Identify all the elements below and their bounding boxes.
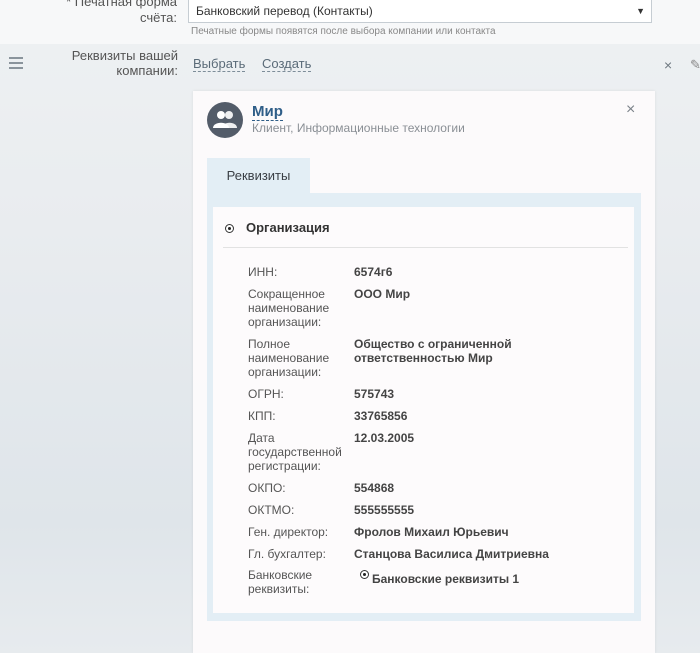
requisites-label-line2: компании: — [116, 63, 178, 78]
select-link[interactable]: Выбрать — [193, 57, 246, 72]
field-label-inn: ИНН: — [248, 265, 278, 279]
field-label-okpo: ОКПО: — [248, 481, 286, 495]
field-label-kpp: КПП: — [248, 409, 276, 423]
divider — [223, 247, 628, 248]
print-form-hint: Печатные формы появятся после выбора ком… — [191, 26, 496, 37]
company-card: Мир Клиент, Информационные технологии × … — [193, 91, 655, 653]
organization-block: Организация ИНН: 6574г6 Сокращенное наим… — [213, 207, 634, 613]
drag-handle-icon[interactable] — [9, 57, 23, 72]
field-value-bank-requisites: Банковские реквизиты 1 — [372, 572, 520, 586]
tab-panel: Организация ИНН: 6574г6 Сокращенное наим… — [207, 193, 641, 621]
field-value-accountant: Станцова Василиса Дмитриевна — [354, 547, 549, 561]
field-value-full-name: Общество с ограниченной ответственностью… — [354, 337, 512, 365]
field-value-registration-date: 12.03.2005 — [354, 431, 415, 445]
users-icon — [213, 111, 237, 128]
field-value-okpo: 554868 — [354, 481, 395, 495]
company-name-link[interactable]: Мир — [252, 103, 283, 121]
field-value-ogrn: 575743 — [354, 387, 395, 401]
print-form-label-line2: счёта: — [139, 10, 177, 25]
field-label-ogrn: ОГРН: — [248, 387, 284, 401]
field-label-accountant: Гл. бухгалтер: — [248, 547, 326, 561]
field-label-director: Ген. директор: — [248, 525, 329, 539]
field-label-bank-requisites: Банковские реквизиты: — [248, 568, 313, 596]
dropdown-arrow-icon[interactable]: ▼ — [636, 0, 645, 22]
field-label-oktmo: ОКТМО: — [248, 503, 295, 517]
card-close-icon[interactable]: × — [626, 101, 635, 119]
requisites-label: Реквизиты вашей компании: — [40, 48, 178, 78]
bank-requisites-radio[interactable] — [360, 570, 369, 579]
field-label-full-name: Полное наименование организации: — [248, 337, 330, 379]
close-icon[interactable]: × — [664, 57, 672, 73]
field-value-short-name: ООО Мир — [354, 287, 411, 301]
field-label-registration-date: Дата государственной регистрации: — [248, 431, 342, 473]
print-form-select[interactable]: Банковский перевод (Контакты) ▼ — [188, 0, 652, 23]
edit-icon[interactable]: ✎ — [690, 57, 700, 73]
avatar — [207, 102, 243, 138]
print-form-label: * Печатная форма счёта: — [17, 0, 177, 26]
tab-requisites[interactable]: Реквизиты — [207, 158, 310, 194]
requisites-label-line1: Реквизиты вашей — [71, 48, 178, 63]
field-value-oktmo: 555555555 — [354, 503, 415, 517]
field-value-inn: 6574г6 — [354, 265, 393, 279]
field-label-short-name: Сокращенное наименование организации: — [248, 287, 330, 329]
field-value-director: Фролов Михаил Юрьевич — [354, 525, 509, 539]
print-form-selected-value: Банковский перевод (Контакты) — [196, 4, 373, 18]
company-subtitle: Клиент, Информационные технологии — [252, 121, 465, 135]
create-link[interactable]: Создать — [262, 57, 312, 72]
organization-radio[interactable] — [225, 224, 234, 233]
organization-title: Организация — [246, 220, 330, 235]
field-value-kpp: 33765856 — [354, 409, 408, 423]
print-form-label-line1: * Печатная форма — [66, 0, 177, 9]
